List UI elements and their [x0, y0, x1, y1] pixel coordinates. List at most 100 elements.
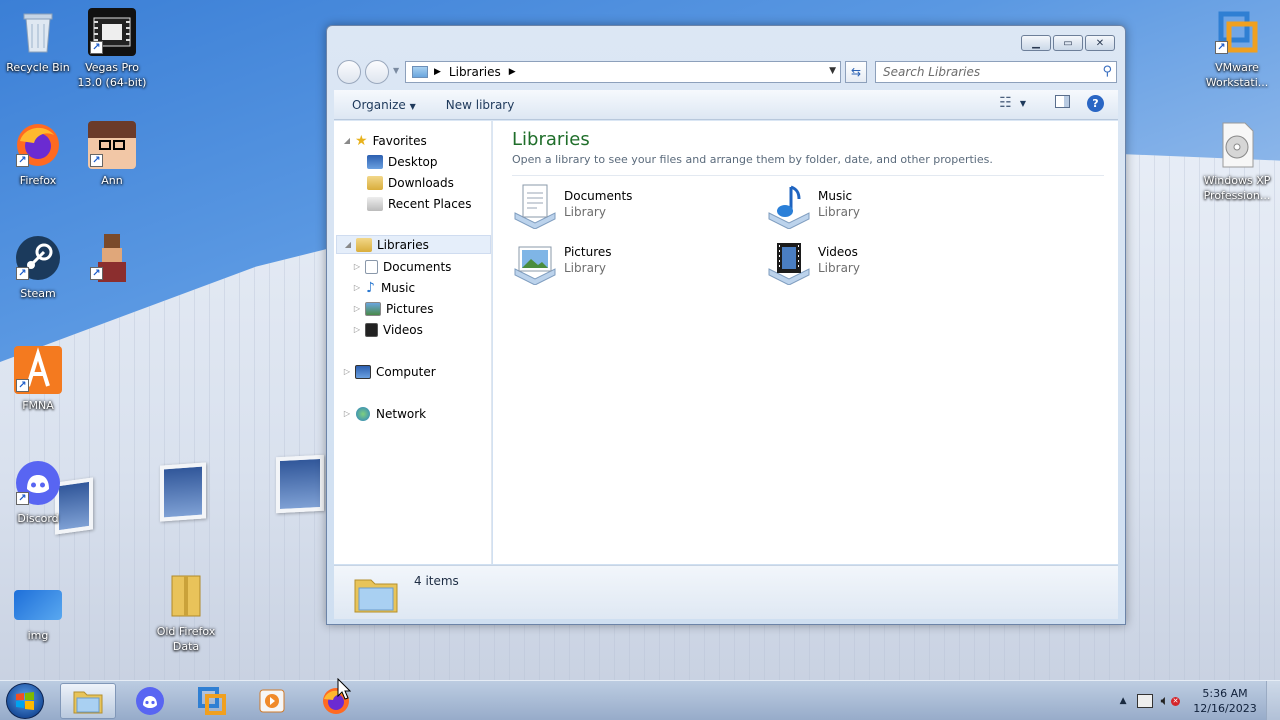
- clock-time: 5:36 AM: [1202, 687, 1248, 700]
- breadcrumb-libraries[interactable]: Libraries: [449, 65, 501, 79]
- desktop-icon-discord[interactable]: ↗ Discord: [0, 459, 76, 526]
- expand-arrow-icon[interactable]: ▷: [352, 325, 362, 334]
- tree-item-libraries[interactable]: ◢ Libraries: [336, 235, 491, 254]
- desktop-icon-windows-xp[interactable]: Windows XP Profession...: [1199, 121, 1275, 203]
- refresh-button[interactable]: ⇆: [845, 61, 867, 83]
- preview-pane-icon: [1055, 95, 1070, 108]
- vmware-icon: ↗: [1213, 8, 1261, 56]
- organize-button[interactable]: Organize ▼: [352, 98, 416, 112]
- minimize-button[interactable]: ▁: [1021, 35, 1051, 51]
- shortcut-arrow-icon: ↗: [90, 41, 103, 54]
- tree-item-network[interactable]: ▷ Network: [342, 404, 426, 423]
- tree-item-pictures[interactable]: ▷ Pictures: [352, 299, 434, 318]
- firefox-icon: ↗: [14, 121, 62, 169]
- tree-item-label: Network: [376, 406, 427, 421]
- recent-pages-dropdown-icon[interactable]: ▼: [393, 66, 399, 75]
- new-library-button[interactable]: New library: [446, 98, 515, 112]
- tree-item-music[interactable]: ▷ ♪ Music: [352, 278, 415, 297]
- clock[interactable]: 5:36 AM 12/16/2023: [1190, 686, 1260, 716]
- explorer-window[interactable]: ▁ ▭ ✕ ▼ ▶ Libraries ▶ ▼ ⇆ Search Librari…: [326, 25, 1126, 625]
- search-placeholder: Search Libraries: [883, 65, 981, 79]
- taskbar-vmware-button[interactable]: [184, 683, 240, 719]
- help-button[interactable]: ?: [1087, 95, 1104, 112]
- divider: [512, 175, 1104, 176]
- library-videos[interactable]: Videos Library: [765, 239, 1005, 287]
- desktop-icon-recycle-bin[interactable]: Recycle Bin: [0, 8, 76, 75]
- documents-icon: [365, 259, 378, 274]
- library-pictures[interactable]: Pictures Library: [511, 239, 751, 287]
- minimize-icon: ▁: [1032, 37, 1040, 49]
- action-center-icon[interactable]: [1136, 694, 1153, 708]
- shortcut-arrow-icon: ↗: [16, 492, 29, 505]
- address-dropdown-icon[interactable]: ▼: [829, 66, 836, 76]
- image-file-icon: [14, 590, 62, 620]
- zip-folder-icon: [162, 572, 210, 620]
- expand-arrow-icon[interactable]: ▷: [342, 367, 352, 376]
- search-icon[interactable]: ⚲: [1102, 64, 1112, 79]
- show-desktop-button[interactable]: [1266, 681, 1280, 720]
- library-music[interactable]: Music Library: [765, 183, 1005, 231]
- breadcrumb-separator-icon[interactable]: ▶: [509, 67, 516, 77]
- start-button[interactable]: [6, 683, 44, 719]
- chevron-down-icon: ▼: [409, 101, 416, 111]
- desktop-icon-old-firefox-data[interactable]: Old Firefox Data: [148, 572, 224, 654]
- library-kind: Library: [818, 261, 860, 275]
- star-icon: ★: [355, 132, 368, 149]
- desktop-icon-firefox[interactable]: ↗ Firefox: [0, 121, 76, 188]
- desktop-icon-label: FMNA: [22, 399, 54, 412]
- shortcut-arrow-icon: ↗: [90, 154, 103, 167]
- tree-item-desktop[interactable]: Desktop: [364, 152, 438, 171]
- close-button[interactable]: ✕: [1085, 35, 1115, 51]
- avatar-icon: ↗: [88, 121, 136, 169]
- clock-date: 12/16/2023: [1193, 702, 1257, 715]
- desktop-icon-vegas-pro[interactable]: ↗ Vegas Pro 13.0 (64-bit): [74, 8, 150, 90]
- pictures-icon: [365, 301, 381, 316]
- wallpaper-window: [160, 462, 206, 522]
- expand-arrow-icon[interactable]: ▷: [342, 409, 352, 418]
- back-button[interactable]: [337, 60, 361, 84]
- network-globe-icon: [356, 406, 370, 421]
- collapse-arrow-icon[interactable]: ◢: [342, 136, 352, 145]
- tree-item-label: Videos: [383, 322, 423, 337]
- tree-item-videos[interactable]: ▷ Videos: [352, 320, 423, 339]
- forward-button[interactable]: [365, 60, 389, 84]
- search-input[interactable]: Search Libraries ⚲: [875, 61, 1117, 83]
- taskbar-explorer-button[interactable]: [60, 683, 116, 719]
- tree-item-downloads[interactable]: Downloads: [364, 173, 454, 192]
- tree-item-favorites[interactable]: ◢ ★ Favorites: [342, 131, 427, 150]
- tree-item-computer[interactable]: ▷ Computer: [342, 362, 436, 381]
- tree-item-label: Pictures: [386, 301, 434, 316]
- preview-pane-button[interactable]: [1055, 95, 1070, 108]
- organize-label: Organize: [352, 97, 406, 112]
- taskbar-discord-button[interactable]: [122, 683, 178, 719]
- desktop-icon-fmna[interactable]: ↗ FMNA: [0, 346, 76, 413]
- expand-arrow-icon[interactable]: ▷: [352, 262, 362, 271]
- tree-item-label: Desktop: [388, 154, 438, 169]
- desktop-icon: [367, 154, 383, 169]
- taskbar-media-player-button[interactable]: [244, 683, 300, 719]
- videos-library-icon: [765, 239, 813, 286]
- mouse-cursor-icon: [337, 678, 351, 700]
- taskbar: ▲ 🔈︎ ✕ 5:36 AM 12/16/2023: [0, 680, 1280, 720]
- page-title: Libraries: [512, 129, 590, 150]
- desktop-icon-pixel-character[interactable]: ↗: [74, 234, 150, 286]
- desktop-icon-vmware[interactable]: ↗ VMware Workstati...: [1199, 8, 1275, 90]
- desktop-icon-img[interactable]: img: [0, 584, 76, 643]
- desktop-icon-steam[interactable]: ↗ Steam: [0, 234, 76, 301]
- collapse-arrow-icon[interactable]: ◢: [343, 240, 353, 249]
- expand-arrow-icon[interactable]: ▷: [352, 304, 362, 313]
- library-documents[interactable]: Documents Library: [511, 183, 751, 231]
- show-hidden-icons-button[interactable]: ▲: [1120, 696, 1127, 706]
- address-bar[interactable]: ▶ Libraries ▶ ▼: [405, 61, 841, 83]
- desktop-icon-label: Discord: [17, 512, 59, 525]
- tree-item-documents[interactable]: ▷ Documents: [352, 257, 451, 276]
- expand-arrow-icon[interactable]: ▷: [352, 283, 362, 292]
- volume-muted-icon[interactable]: 🔈︎: [1161, 693, 1169, 709]
- tree-item-recent-places[interactable]: Recent Places: [364, 194, 471, 213]
- breadcrumb-separator-icon[interactable]: ▶: [434, 67, 441, 77]
- tree-item-label: Downloads: [388, 175, 454, 190]
- taskbar-firefox-button[interactable]: [308, 683, 364, 719]
- desktop-icon-ann[interactable]: ↗ Ann: [74, 121, 150, 188]
- maximize-button[interactable]: ▭: [1053, 35, 1083, 51]
- change-view-button[interactable]: ☷ ▼: [999, 95, 1026, 111]
